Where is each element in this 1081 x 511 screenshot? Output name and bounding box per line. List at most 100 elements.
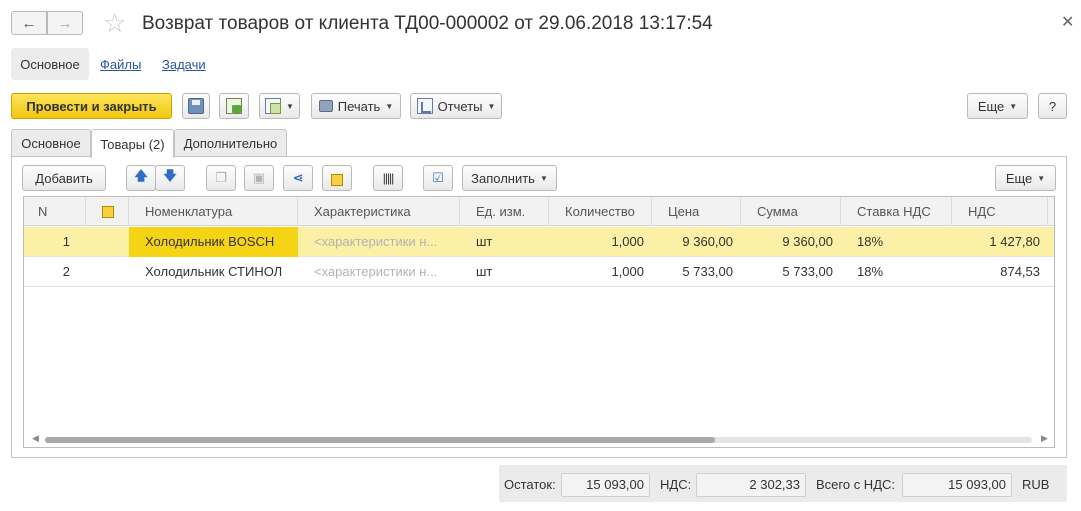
section-files-link[interactable]: Файлы: [100, 57, 141, 72]
grand-total-label: Всего с НДС:: [816, 477, 896, 492]
tab-additional[interactable]: Дополнительно: [174, 129, 287, 157]
column-header-vat[interactable]: НДС: [952, 197, 1048, 226]
table-header: N Номенклатура Характеристика Ед. изм. К…: [24, 197, 1054, 226]
save-icon: [188, 98, 204, 114]
cell-price[interactable]: 5 733,00: [652, 257, 741, 287]
chevron-down-icon: ▼: [1037, 173, 1046, 183]
table-more-label: Еще: [1005, 170, 1033, 186]
move-up-button[interactable]: 🡅: [126, 165, 156, 191]
column-header-sum[interactable]: Сумма: [741, 197, 841, 226]
chevron-down-icon: ▼: [487, 101, 496, 111]
move-down-button[interactable]: 🡇: [155, 165, 185, 191]
post-document-icon: [226, 98, 242, 114]
cell-qty[interactable]: 1,000: [549, 227, 652, 257]
more-button[interactable]: Еще ▼: [967, 93, 1028, 119]
lock-icon: [102, 206, 114, 218]
horizontal-scrollbar[interactable]: [45, 437, 1032, 443]
print-label: Печать: [337, 98, 381, 114]
cell-n: 1: [62, 234, 70, 249]
column-header-price[interactable]: Цена: [652, 197, 741, 226]
column-header-vat-rate[interactable]: Ставка НДС: [841, 197, 952, 226]
cell-item[interactable]: Холодильник BOSCH: [129, 227, 298, 257]
currency-label: RUB: [1022, 477, 1050, 492]
cell-vat[interactable]: 874,53: [952, 257, 1048, 287]
copy-button[interactable]: ❐: [206, 165, 236, 191]
pick-button[interactable]: [322, 165, 352, 191]
column-header-unit[interactable]: Ед. изм.: [460, 197, 549, 226]
paste-icon: ▣: [252, 170, 266, 185]
arrow-right-icon: →: [57, 14, 73, 32]
barcode-icon: |||||: [382, 171, 395, 185]
printer-icon: [318, 100, 333, 112]
cell-price[interactable]: 9 360,00: [652, 227, 741, 257]
table-row[interactable]: 2 Холодильник СТИНОЛ <характеристики н..…: [24, 257, 1054, 287]
chevron-down-icon: ▼: [539, 173, 548, 183]
vat-total-field: 2 302,33: [696, 473, 806, 497]
fill-label: Заполнить: [471, 170, 535, 186]
goods-table[interactable]: N Номенклатура Характеристика Ед. изм. К…: [23, 196, 1055, 448]
cell-sum[interactable]: 9 360,00: [741, 227, 841, 257]
cell-qty[interactable]: 1,000: [549, 257, 652, 287]
scrollbar-thumb[interactable]: [45, 437, 715, 443]
balance-label: Остаток:: [504, 477, 556, 492]
table-more-button[interactable]: Еще ▼: [995, 165, 1056, 191]
chevron-down-icon: ▼: [286, 101, 294, 111]
help-button[interactable]: ?: [1038, 93, 1067, 119]
column-header-characteristic[interactable]: Характеристика: [298, 197, 460, 226]
create-based-on-icon: [265, 98, 282, 114]
post-and-close-button[interactable]: Провести и закрыть: [11, 93, 172, 119]
scroll-right-icon[interactable]: ▶: [1041, 433, 1048, 444]
vat-total-label: НДС:: [660, 477, 692, 492]
cell-unit[interactable]: шт: [460, 227, 549, 257]
cell-unit[interactable]: шт: [460, 257, 549, 287]
copy-icon: ❐: [215, 170, 227, 185]
column-header-qty[interactable]: Количество: [549, 197, 652, 226]
cell-vat-rate[interactable]: 18%: [841, 257, 952, 287]
more-label: Еще: [977, 98, 1005, 114]
star-icon[interactable]: ☆: [103, 8, 126, 38]
cell-item[interactable]: Холодильник СТИНОЛ: [129, 257, 298, 287]
page-title: Возврат товаров от клиента ТД00-000002 о…: [142, 13, 713, 34]
reports-label: Отчеты: [437, 98, 483, 114]
table-row[interactable]: 1 Холодильник BOSCH <характеристики н...…: [24, 227, 1054, 257]
column-header-lock[interactable]: [86, 197, 129, 226]
check-button[interactable]: ☑: [423, 165, 453, 191]
post-button[interactable]: [219, 93, 249, 119]
checklist-icon: ☑: [432, 170, 444, 185]
split-icon: ⋖: [292, 170, 304, 185]
tab-goods[interactable]: Товары (2): [91, 129, 174, 158]
tab-main[interactable]: Основное: [11, 129, 91, 157]
cell-sum[interactable]: 5 733,00: [741, 257, 841, 287]
print-button[interactable]: Печать ▼: [311, 93, 401, 119]
fill-button[interactable]: Заполнить ▼: [462, 165, 557, 191]
forward-button[interactable]: →: [47, 11, 83, 35]
cell-characteristic[interactable]: <характеристики н...: [298, 227, 460, 257]
arrow-down-icon: 🡇: [163, 168, 177, 183]
column-header-n[interactable]: N: [24, 197, 86, 226]
cell-vat-rate[interactable]: 18%: [841, 227, 952, 257]
reports-button[interactable]: Отчеты ▼: [410, 93, 502, 119]
arrow-up-icon: 🡅: [134, 168, 148, 183]
arrow-left-icon: ←: [21, 14, 37, 32]
add-row-button[interactable]: Добавить: [22, 165, 106, 191]
grand-total-field: 15 093,00: [902, 473, 1012, 497]
create-based-on-button[interactable]: ▼: [259, 93, 300, 119]
chevron-down-icon: ▼: [1009, 101, 1018, 111]
report-icon: [416, 98, 433, 114]
close-icon[interactable]: ✕: [1061, 12, 1074, 32]
scroll-left-icon[interactable]: ◀: [32, 433, 39, 444]
save-button[interactable]: [182, 93, 210, 119]
back-button[interactable]: ←: [11, 11, 47, 35]
selection-icon: [331, 174, 343, 186]
barcode-button[interactable]: |||||: [373, 165, 403, 191]
split-button[interactable]: ⋖: [283, 165, 313, 191]
column-header-item[interactable]: Номенклатура: [129, 197, 298, 226]
chevron-down-icon: ▼: [385, 101, 394, 111]
paste-button[interactable]: ▣: [244, 165, 274, 191]
section-tasks-link[interactable]: Задачи: [162, 57, 206, 72]
balance-field: 15 093,00: [561, 473, 650, 497]
cell-vat[interactable]: 1 427,80: [952, 227, 1048, 257]
cell-characteristic[interactable]: <характеристики н...: [298, 257, 460, 287]
section-main[interactable]: Основное: [11, 48, 89, 80]
cell-n: 2: [62, 264, 70, 279]
